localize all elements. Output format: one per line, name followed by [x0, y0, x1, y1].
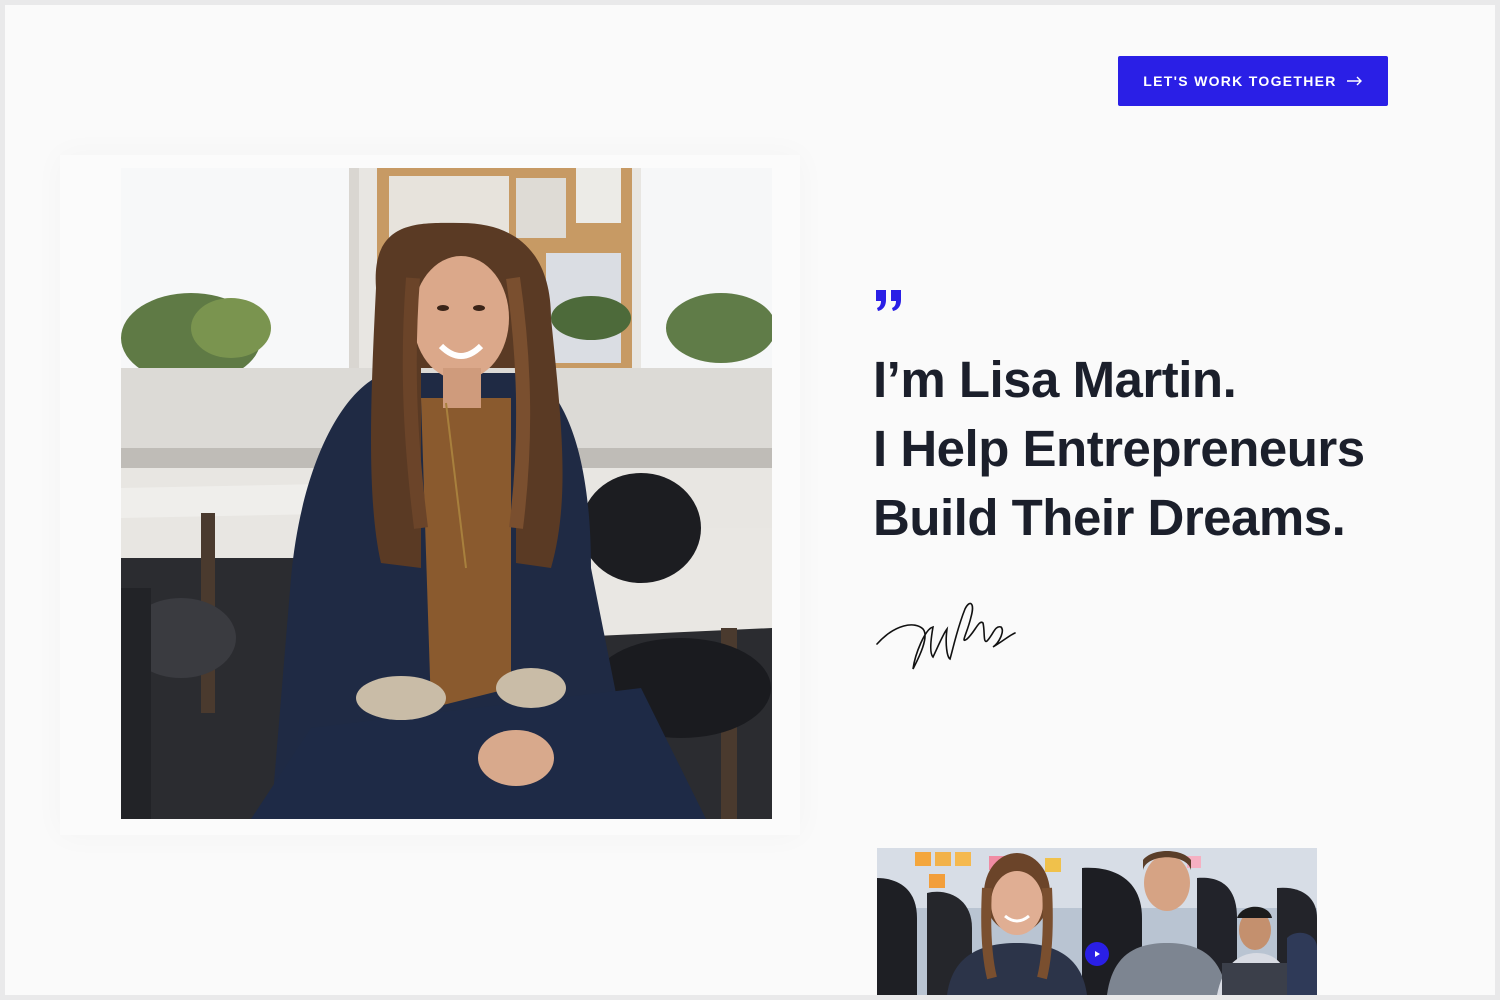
- video-thumbnail[interactable]: [877, 848, 1317, 995]
- headline-line-3: Build Their Dreams.: [873, 489, 1346, 546]
- lets-work-together-button[interactable]: LET'S WORK TOGETHER: [1118, 56, 1388, 106]
- play-button[interactable]: [1085, 942, 1109, 966]
- portrait-image: [121, 168, 772, 819]
- headline-line-2: I Help Entrepreneurs: [873, 420, 1365, 477]
- quote-icon: [875, 288, 903, 317]
- cta-label: LET'S WORK TOGETHER: [1143, 73, 1337, 89]
- signature: [875, 599, 1025, 684]
- page: LET'S WORK TOGETHER I’m Lisa Martin. I H…: [5, 5, 1495, 995]
- hero-headline: I’m Lisa Martin. I Help Entrepreneurs Bu…: [873, 345, 1463, 552]
- headline-line-1: I’m Lisa Martin.: [873, 351, 1237, 408]
- play-icon: [1095, 951, 1100, 957]
- arrow-right-icon: [1346, 76, 1363, 86]
